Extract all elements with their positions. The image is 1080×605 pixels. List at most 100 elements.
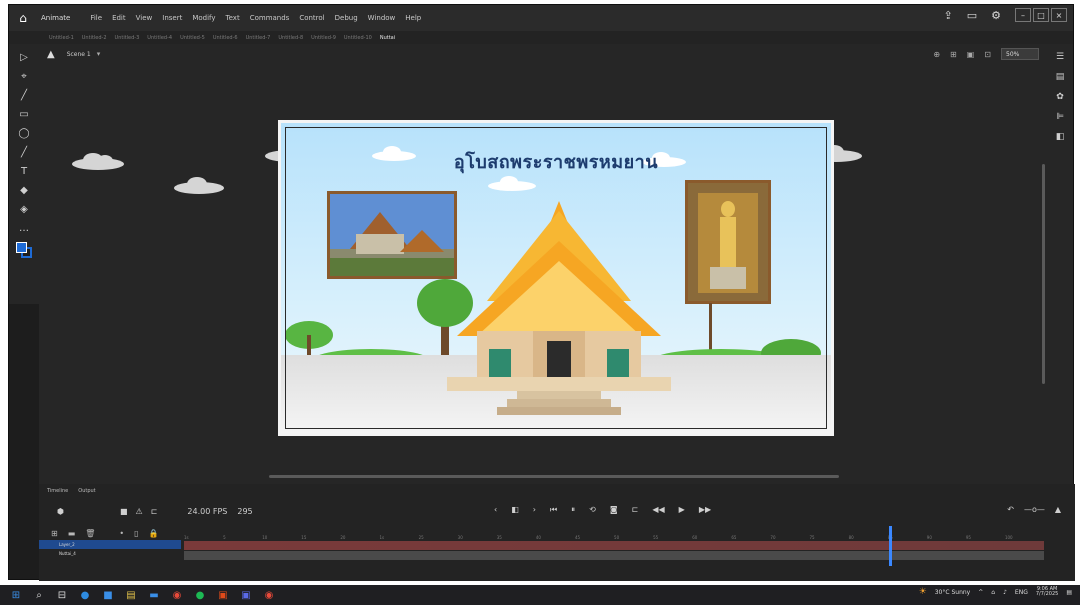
camera-icon[interactable]: ■ — [120, 507, 128, 516]
align-icon[interactable]: ⊫ — [1056, 112, 1064, 122]
settings-icon[interactable]: ⚙ — [991, 9, 1001, 22]
doc-tab[interactable]: Untitled-5 — [180, 35, 205, 41]
menu-edit[interactable]: Edit — [112, 14, 126, 22]
frame-ruler[interactable]: 1s 5 10 15 20 1s 25 30 35 40 45 50 55 60… — [184, 526, 1044, 540]
frame-row[interactable] — [184, 551, 1044, 560]
app-name[interactable]: Animate — [41, 14, 70, 22]
rewind-icon[interactable]: ◀◀ — [652, 505, 664, 515]
clip-icon[interactable]: ▣ — [967, 50, 975, 59]
tween-icon[interactable]: ⊏ — [632, 505, 639, 515]
lang-indicator[interactable]: ENG — [1015, 589, 1028, 596]
doc-tab[interactable]: Untitled-7 — [246, 35, 271, 41]
properties-icon[interactable]: ☰ — [1056, 52, 1064, 62]
layer-name[interactable]: Layer_2 — [59, 542, 75, 547]
store-icon[interactable]: ■ — [102, 589, 114, 601]
app-icon[interactable]: ▣ — [240, 589, 252, 601]
scene-icon[interactable]: ▲ — [47, 49, 55, 60]
explorer-icon[interactable]: ▤ — [125, 589, 137, 601]
stage-canvas[interactable]: อุโบสถพระราชพรหมยาน — [278, 120, 834, 436]
menu-file[interactable]: File — [90, 14, 102, 22]
outline-icon[interactable]: ▯ — [134, 529, 138, 538]
next-keyframe-icon[interactable]: › — [533, 505, 536, 515]
menu-insert[interactable]: Insert — [162, 14, 182, 22]
horizontal-scrollbar[interactable] — [269, 475, 839, 478]
chrome-icon[interactable]: ◉ — [171, 589, 183, 601]
browser-icon[interactable]: ◉ — [263, 589, 275, 601]
zoom-slider[interactable]: —o— — [1024, 505, 1045, 514]
minimize-button[interactable]: – — [1015, 8, 1031, 22]
line-tool-icon[interactable]: ╱ — [21, 147, 27, 158]
center-stage-icon[interactable]: ⊞ — [950, 50, 957, 59]
menu-control[interactable]: Control — [299, 14, 324, 22]
forward-icon[interactable]: ▶▶ — [699, 505, 711, 515]
new-layer-icon[interactable]: ⊞ — [51, 529, 58, 538]
selection-tool-icon[interactable]: ▷ — [20, 52, 28, 63]
doc-tab[interactable]: Untitled-10 — [344, 35, 372, 41]
menu-modify[interactable]: Modify — [192, 14, 215, 22]
edit-multiple-icon[interactable]: ⊏ — [151, 507, 158, 516]
notifications-icon[interactable]: ▤ — [1066, 589, 1072, 596]
menu-text[interactable]: Text — [226, 14, 240, 22]
paint-bucket-icon[interactable]: ◆ — [20, 185, 28, 196]
snap-icon[interactable]: ⊕ — [933, 50, 940, 59]
spotify-icon[interactable]: ● — [194, 589, 206, 601]
brush-tool-icon[interactable]: ╱ — [21, 90, 27, 101]
playhead[interactable] — [889, 526, 892, 566]
volume-icon[interactable]: ♪ — [1003, 589, 1007, 596]
vertical-scrollbar[interactable] — [1042, 164, 1045, 384]
chevron-down-icon[interactable]: ▾ — [97, 50, 101, 58]
mail-icon[interactable]: ▬ — [148, 589, 160, 601]
step-back-icon[interactable]: ⏸ — [571, 505, 575, 515]
first-frame-icon[interactable]: ⏮ — [550, 505, 557, 515]
layer-depth-icon[interactable]: ⬢ — [57, 507, 64, 516]
tab-timeline[interactable]: Timeline — [47, 488, 68, 494]
current-frame[interactable]: 295 — [237, 507, 252, 516]
edge-icon[interactable]: ● — [79, 589, 91, 601]
task-view-icon[interactable]: ⊟ — [56, 589, 68, 601]
layer-name[interactable]: Nuttai_4 — [59, 551, 76, 556]
oval-tool-icon[interactable]: ◯ — [18, 128, 29, 139]
temple-illustration[interactable] — [437, 201, 681, 421]
share-icon[interactable]: ⇪ — [944, 9, 953, 22]
onion-skin-icon[interactable]: ⚠ — [136, 507, 143, 516]
layer-row-selected[interactable]: Layer_2 — [39, 540, 181, 549]
doc-tab[interactable]: Untitled-1 — [49, 35, 74, 41]
clock[interactable]: 9:06 AM 7/7/2025 — [1036, 587, 1058, 597]
delete-layer-icon[interactable]: 🗑 — [85, 529, 95, 538]
fps-readout[interactable]: 24.00 FPS — [187, 507, 227, 516]
fit-icon[interactable]: ⊡ — [984, 50, 991, 59]
undo-icon[interactable]: ↶ — [1007, 505, 1014, 514]
tray-chevron-icon[interactable]: ^ — [978, 589, 983, 596]
color-icon[interactable]: ◧ — [1056, 132, 1065, 142]
new-folder-icon[interactable]: ▬ — [68, 529, 76, 538]
weather-icon[interactable]: ☀ — [919, 587, 927, 597]
fill-color[interactable] — [16, 242, 27, 253]
maximize-button[interactable]: □ — [1033, 8, 1049, 22]
doc-tab[interactable]: Untitled-3 — [115, 35, 140, 41]
loop-icon[interactable]: ⟲ — [589, 505, 596, 515]
doc-tab[interactable]: Untitled-6 — [213, 35, 238, 41]
assets-icon[interactable]: ✿ — [1056, 92, 1064, 102]
doc-tab[interactable]: Untitled-2 — [82, 35, 107, 41]
doc-tab[interactable]: Untitled-9 — [311, 35, 336, 41]
library-icon[interactable]: ▤ — [1056, 72, 1065, 82]
subselection-tool-icon[interactable]: ⌖ — [21, 71, 27, 82]
search-icon[interactable]: ⌕ — [33, 589, 45, 601]
home-icon[interactable]: ⌂ — [13, 8, 33, 28]
menu-window[interactable]: Window — [368, 14, 396, 22]
start-icon[interactable]: ⊞ — [10, 589, 22, 601]
network-icon[interactable]: ⌂ — [991, 589, 995, 596]
prev-keyframe-icon[interactable]: ‹ — [494, 505, 497, 515]
close-button[interactable]: × — [1051, 8, 1067, 22]
doc-tab[interactable]: Untitled-8 — [278, 35, 303, 41]
scene-label[interactable]: Scene 1 — [67, 51, 91, 58]
tab-output[interactable]: Output — [78, 488, 95, 494]
menu-view[interactable]: View — [136, 14, 153, 22]
lock-icon[interactable]: 🔒 — [149, 529, 159, 538]
onion-icon[interactable]: ◙ — [610, 505, 618, 515]
doc-tab[interactable]: Untitled-4 — [147, 35, 172, 41]
workspace-icon[interactable]: ▭ — [967, 9, 977, 22]
eraser-tool-icon[interactable]: ◈ — [20, 204, 28, 215]
menu-help[interactable]: Help — [405, 14, 421, 22]
mountain-icon[interactable]: ▲ — [1055, 505, 1061, 514]
